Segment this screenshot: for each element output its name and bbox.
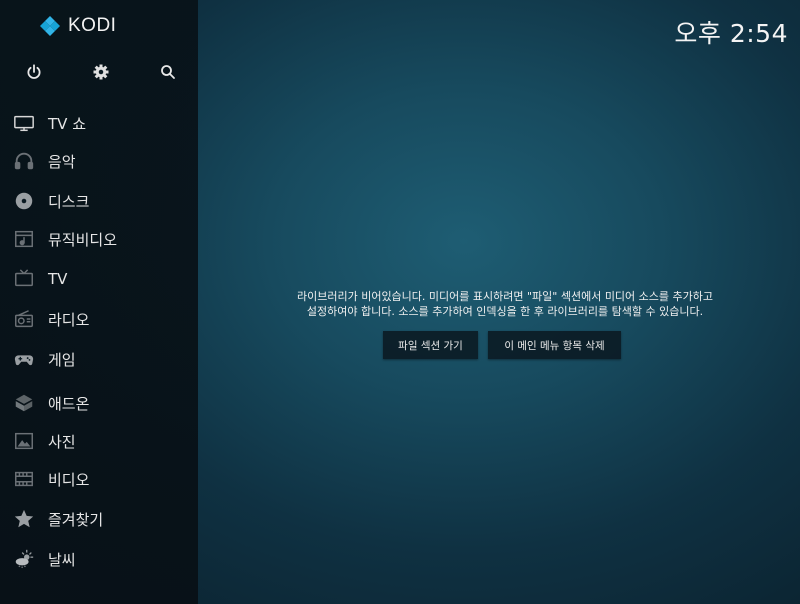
menu-item-label: TV 쇼 — [48, 114, 86, 133]
empty-library-message-line-1: 라이브러리가 비어있습니다. 미디어를 표시하려면 "파일" 섹션에서 미디어 … — [296, 290, 714, 303]
menu-item-label: 디스크 — [48, 192, 90, 211]
settings-icon — [93, 64, 109, 80]
menu-item-label: 게임 — [48, 350, 76, 369]
menu-item-favourites[interactable]: 즐겨찾기 — [0, 500, 198, 538]
remove-menu-item-button[interactable]: 이 메인 메뉴 항목 삭제 — [488, 331, 621, 359]
menu-item-music[interactable]: 음악 — [0, 142, 198, 180]
menu-item-label: 음악 — [48, 152, 76, 171]
tv-icon — [12, 267, 36, 291]
tv-show-icon — [12, 111, 36, 135]
film-icon — [12, 467, 36, 491]
menu-item-disc[interactable]: 디스크 — [0, 182, 198, 220]
sidebar: KODI TV 쇼 음악 디스크 뮤직비디오 TV 라디오 게임 애드온 사진 … — [0, 0, 198, 604]
search-button[interactable] — [156, 60, 180, 84]
kodi-logo-text: KODI — [68, 15, 117, 36]
kodi-logo-icon — [40, 16, 60, 36]
picture-icon — [12, 429, 36, 453]
empty-library-message-line-2: 설정하여야 합니다. 소스를 추가하여 인덱싱을 한 후 라이브러리를 탐색할 … — [306, 305, 704, 318]
radio-icon — [12, 307, 36, 331]
gamepad-icon — [12, 347, 36, 371]
menu-item-label: 날씨 — [48, 550, 76, 569]
search-icon — [161, 65, 175, 79]
settings-button[interactable] — [89, 60, 113, 84]
power-button[interactable] — [22, 60, 46, 84]
disc-icon — [12, 189, 36, 213]
menu-item-label: TV — [48, 270, 68, 288]
power-icon — [27, 64, 41, 79]
menu-item-tv[interactable]: TV — [0, 260, 198, 298]
menu-item-label: 즐겨찾기 — [48, 510, 104, 529]
menu-item-music-videos[interactable]: 뮤직비디오 — [0, 220, 198, 258]
menu-item-pictures[interactable]: 사진 — [0, 422, 198, 460]
menu-item-label: 라디오 — [48, 310, 90, 329]
menu-item-label: 애드온 — [48, 394, 90, 413]
menu-item-label: 뮤직비디오 — [48, 230, 118, 249]
addon-box-icon — [12, 391, 36, 415]
go-to-files-button[interactable]: 파일 섹션 가기 — [383, 331, 478, 359]
star-icon — [12, 507, 36, 531]
sidebar-top-icons — [0, 60, 198, 84]
menu-item-tv-shows[interactable]: TV 쇼 — [0, 104, 198, 142]
menu-item-weather[interactable]: 날씨 — [0, 540, 198, 578]
menu-item-games[interactable]: 게임 — [0, 340, 198, 378]
menu-item-videos[interactable]: 비디오 — [0, 460, 198, 498]
menu-item-label: 비디오 — [48, 470, 90, 489]
empty-library-message: 라이브러리가 비어있습니다. 미디어를 표시하려면 "파일" 섹션에서 미디어 … — [230, 289, 780, 319]
menu-item-label: 사진 — [48, 432, 76, 451]
headphones-icon — [12, 149, 36, 173]
kodi-logo[interactable]: KODI — [38, 13, 116, 39]
music-video-icon — [12, 227, 36, 251]
menu-item-radio[interactable]: 라디오 — [0, 300, 198, 338]
weather-icon — [12, 547, 36, 571]
clock: 오후 2:54 — [674, 19, 788, 48]
menu-item-addons[interactable]: 애드온 — [0, 384, 198, 422]
